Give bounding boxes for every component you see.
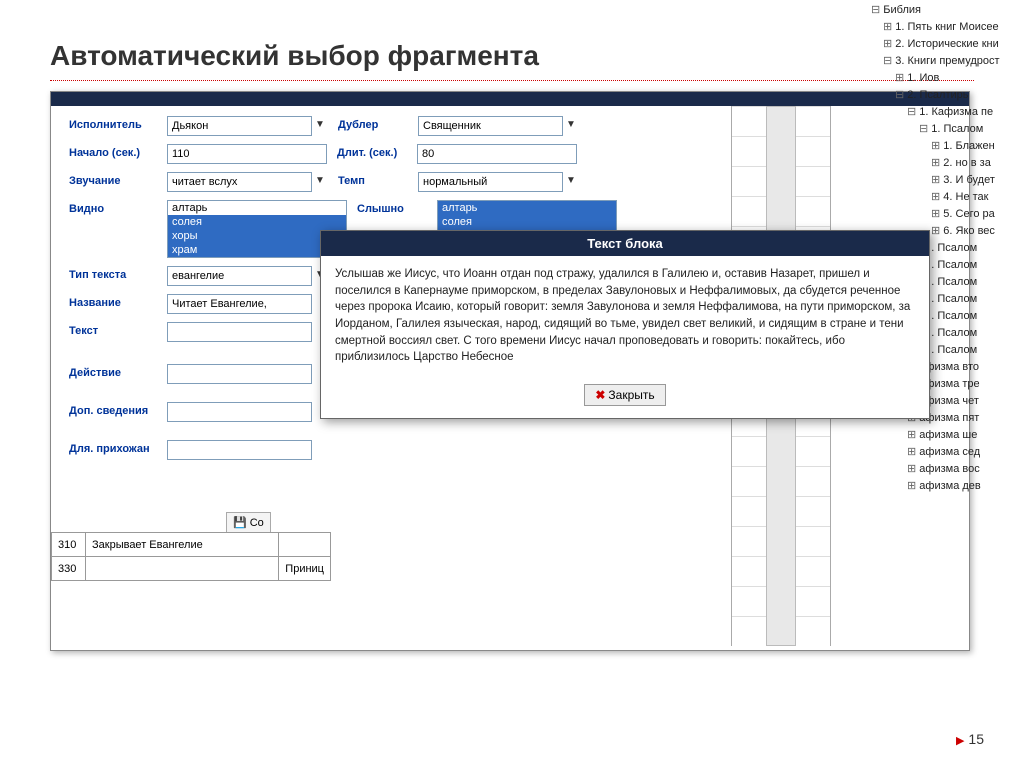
tree-node[interactable]: афизма вос <box>871 461 1024 478</box>
tree-node[interactable]: 1. Блажен <box>871 138 1024 155</box>
doubler-label: Дублер <box>338 116 418 131</box>
list-option[interactable]: солея <box>438 215 616 229</box>
start-label: Начало (сек.) <box>69 144 167 159</box>
name-label: Название <box>69 294 167 309</box>
audible-label: Слышно <box>357 200 437 215</box>
action-label: Действие <box>69 364 167 379</box>
sound-label: Звучание <box>69 172 167 187</box>
text-label: Текст <box>69 322 167 337</box>
chevron-down-icon[interactable]: ▼ <box>312 116 328 134</box>
close-button[interactable]: ✖Закрыть <box>584 384 665 406</box>
tree-node[interactable]: 2. Исторические кни <box>871 36 1024 53</box>
name-input[interactable] <box>167 294 312 314</box>
start-input[interactable] <box>167 144 327 164</box>
close-icon: ✖ <box>595 388 605 402</box>
modal-body: Услышав же Иисус, что Иоанн отдан под ст… <box>321 256 929 376</box>
list-option[interactable]: алтарь <box>168 201 346 215</box>
events-table: 310 Закрывает Евангелие 330 Приниц <box>51 532 331 581</box>
page-number: ▶15 <box>956 731 984 747</box>
tree-node[interactable]: афизма дев <box>871 478 1024 495</box>
list-option[interactable]: солея <box>168 215 346 229</box>
chevron-down-icon[interactable]: ▼ <box>312 172 328 190</box>
tree-node[interactable]: 1. Пять книг Моисее <box>871 19 1024 36</box>
extra-input[interactable] <box>167 402 312 422</box>
action-input[interactable] <box>167 364 312 384</box>
divider <box>50 80 974 81</box>
tree-node[interactable]: 1. Иов <box>871 70 1024 87</box>
tree-node[interactable]: 4. Не так <box>871 189 1024 206</box>
chevron-down-icon[interactable]: ▼ <box>563 172 579 190</box>
doubler-select[interactable] <box>418 116 563 136</box>
tree-node[interactable]: 1. Кафизма пе <box>871 104 1024 121</box>
table-row[interactable]: 330 Приниц <box>52 557 331 581</box>
performer-label: Исполнитель <box>69 116 167 131</box>
extra-label: Доп. сведения <box>69 402 167 417</box>
tree-node[interactable]: 2. Псалтирь <box>871 87 1024 104</box>
duration-input[interactable] <box>417 144 577 164</box>
sound-select[interactable] <box>167 172 312 192</box>
tree-node[interactable]: 1. Псалом <box>871 121 1024 138</box>
tempo-select[interactable] <box>418 172 563 192</box>
visible-label: Видно <box>69 200 167 215</box>
tempo-label: Темп <box>338 172 418 187</box>
parish-label: Для. прихожан <box>69 440 167 455</box>
parish-input[interactable] <box>167 440 312 460</box>
text-block-modal: Текст блока Услышав же Иисус, что Иоанн … <box>320 230 930 419</box>
tree-node[interactable]: 3. И будет <box>871 172 1024 189</box>
disk-icon: 💾 <box>233 517 247 529</box>
table-row[interactable]: 310 Закрывает Евангелие <box>52 533 331 557</box>
tree-node[interactable]: Библия <box>871 2 1024 19</box>
tree-node[interactable]: 5. Сего ра <box>871 206 1024 223</box>
text-type-select[interactable] <box>167 266 312 286</box>
page-title: Автоматический выбор фрагмента <box>50 40 974 72</box>
text-type-label: Тип текста <box>69 266 167 281</box>
chevron-down-icon[interactable]: ▼ <box>563 116 579 134</box>
list-option[interactable]: алтарь <box>438 201 616 215</box>
text-input[interactable] <box>167 322 312 342</box>
tree-node[interactable]: 3. Книги премудрост <box>871 53 1024 70</box>
save-button[interactable]: 💾Со <box>226 512 271 533</box>
tree-node[interactable]: афизма ше <box>871 427 1024 444</box>
tree-node[interactable]: 2. но в за <box>871 155 1024 172</box>
window-titlebar <box>51 92 969 106</box>
modal-title: Текст блока <box>321 231 929 256</box>
triangle-icon: ▶ <box>956 735 964 747</box>
tree-node[interactable]: афизма сед <box>871 444 1024 461</box>
duration-label: Длит. (сек.) <box>337 144 417 159</box>
performer-select[interactable] <box>167 116 312 136</box>
